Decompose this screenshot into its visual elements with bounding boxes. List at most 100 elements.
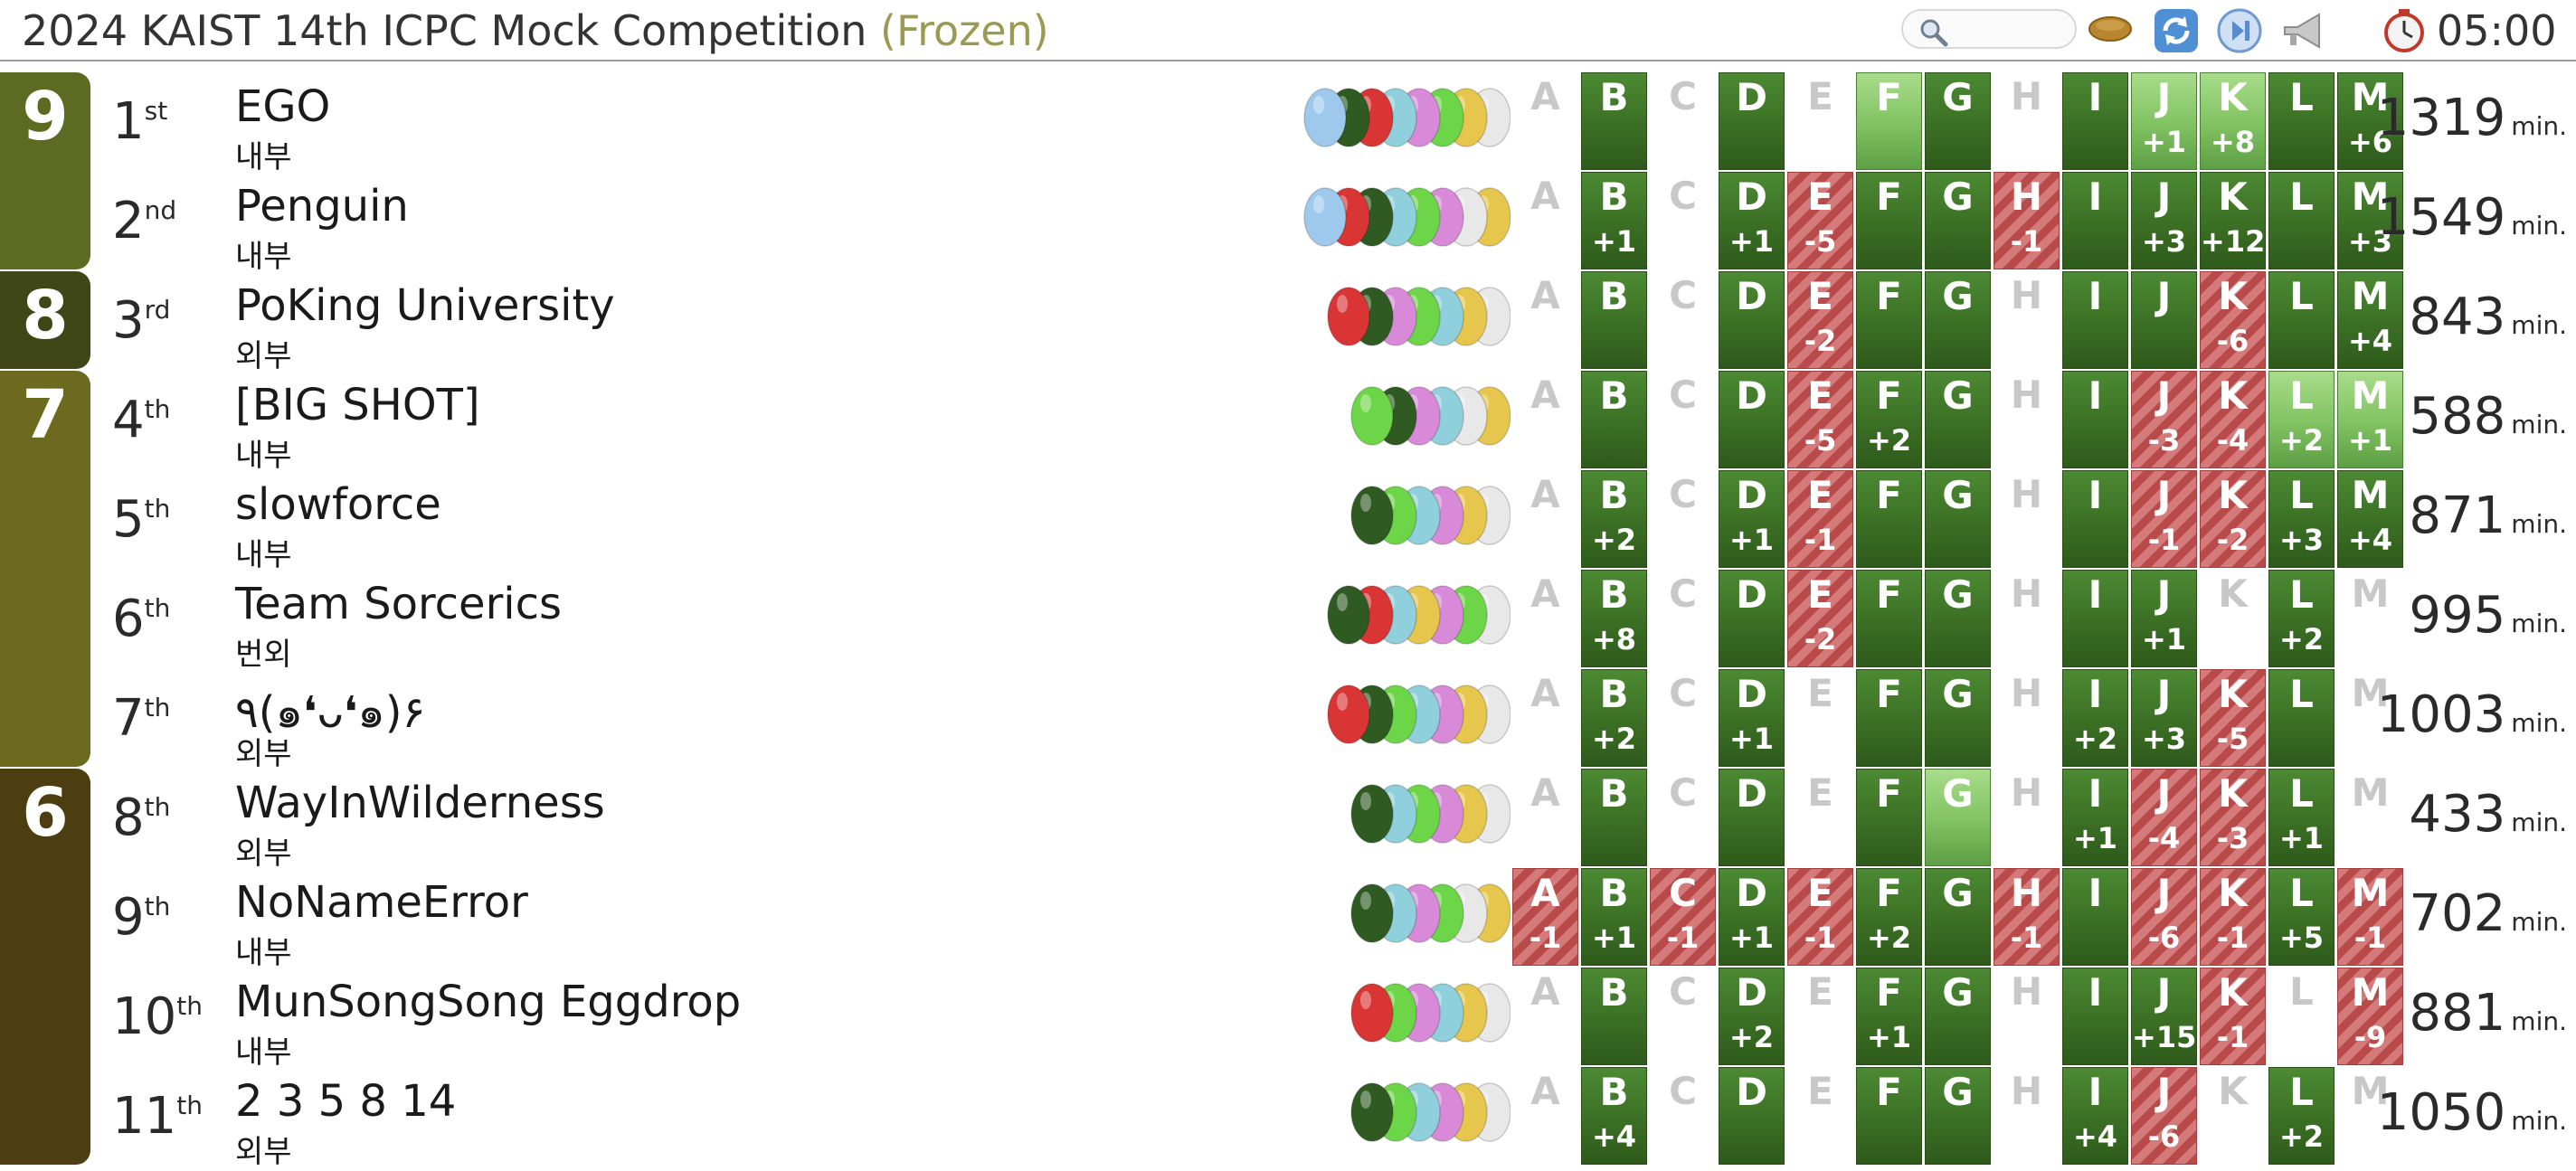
- problem-cell-e[interactable]: E: [1787, 968, 1853, 1065]
- problem-cell-e[interactable]: E -2: [1787, 271, 1853, 369]
- problem-cell-f[interactable]: F: [1856, 769, 1922, 866]
- problem-cell-l[interactable]: L +3: [2268, 470, 2334, 568]
- problem-cell-k[interactable]: K -6: [2200, 271, 2266, 369]
- problem-cell-k[interactable]: K +12: [2200, 172, 2266, 269]
- problem-cell-m[interactable]: M +1: [2337, 371, 2403, 468]
- problem-cell-e[interactable]: E -1: [1787, 868, 1853, 966]
- problem-cell-d[interactable]: D: [1719, 769, 1785, 866]
- problem-cell-l[interactable]: L +2: [2268, 570, 2334, 667]
- problem-cell-i[interactable]: I +4: [2062, 1067, 2128, 1165]
- problem-cell-j[interactable]: J -1: [2131, 470, 2197, 568]
- problem-cell-f[interactable]: F: [1856, 72, 1922, 170]
- team-row[interactable]: 9th NoNameError 내부 A -1 B +1 C -1 D +1 E -1 F +2 G H -1 I J…: [0, 868, 2576, 971]
- problem-cell-h[interactable]: H: [1994, 769, 2060, 866]
- problem-cell-i[interactable]: I: [2062, 172, 2128, 269]
- problem-cell-i[interactable]: I: [2062, 72, 2128, 170]
- problem-cell-d[interactable]: D: [1719, 271, 1785, 369]
- team-row[interactable]: 10th MunSongSong Eggdrop 내부 A B C D +2 E F +1 G H I J +…: [0, 968, 2576, 1071]
- problem-cell-c[interactable]: C: [1650, 172, 1716, 269]
- problem-cell-h[interactable]: H: [1994, 1067, 2060, 1165]
- team-row[interactable]: 5th slowforce 내부 A B +2 C D +1 E -1 F G H I J -1 K -2 L +3 M +…: [0, 470, 2576, 573]
- team-row[interactable]: 8th WayInWilderness 외부 A B C D E F G H I +1 J -4 K -3 L +1…: [0, 769, 2576, 872]
- problem-cell-m[interactable]: M +4: [2337, 271, 2403, 369]
- problem-cell-a[interactable]: A: [1512, 1067, 1578, 1165]
- problem-cell-i[interactable]: I: [2062, 570, 2128, 667]
- team-row[interactable]: 6th Team Sorcerics 번외 A B +8 C D E -2 F G H I J +1 K L +2 M…: [0, 570, 2576, 673]
- problem-cell-m[interactable]: M -9: [2337, 968, 2403, 1065]
- problem-cell-e[interactable]: E: [1787, 1067, 1853, 1165]
- problem-cell-b[interactable]: B: [1581, 72, 1647, 170]
- problem-cell-l[interactable]: L +5: [2268, 868, 2334, 966]
- team-row[interactable]: 11th 2 3 5 8 14 외부 A B +4 C D E F G H I +4 J -6 K L +2 M 105…: [0, 1067, 2576, 1170]
- problem-cell-b[interactable]: B +1: [1581, 172, 1647, 269]
- problem-cell-l[interactable]: L: [2268, 72, 2334, 170]
- problem-cell-j[interactable]: J -6: [2131, 868, 2197, 966]
- problem-cell-i[interactable]: I: [2062, 371, 2128, 468]
- problem-cell-f[interactable]: F: [1856, 271, 1922, 369]
- problem-cell-a[interactable]: A: [1512, 271, 1578, 369]
- problem-cell-k[interactable]: K: [2200, 1067, 2266, 1165]
- problem-cell-a[interactable]: A: [1512, 72, 1578, 170]
- problem-cell-h[interactable]: H: [1994, 470, 2060, 568]
- problem-cell-a[interactable]: A: [1512, 371, 1578, 468]
- problem-cell-f[interactable]: F +2: [1856, 868, 1922, 966]
- problem-cell-l[interactable]: L: [2268, 968, 2334, 1065]
- problem-cell-a[interactable]: A -1: [1512, 868, 1578, 966]
- problem-cell-d[interactable]: D: [1719, 72, 1785, 170]
- problem-cell-j[interactable]: J: [2131, 271, 2197, 369]
- problem-cell-l[interactable]: L +2: [2268, 1067, 2334, 1165]
- problem-cell-i[interactable]: I: [2062, 271, 2128, 369]
- problem-cell-h[interactable]: H: [1994, 72, 2060, 170]
- problem-cell-h[interactable]: H: [1994, 271, 2060, 369]
- problem-cell-f[interactable]: F: [1856, 570, 1922, 667]
- problem-cell-h[interactable]: H: [1994, 968, 2060, 1065]
- problem-cell-j[interactable]: J +15: [2131, 968, 2197, 1065]
- problem-cell-b[interactable]: B +1: [1581, 868, 1647, 966]
- problem-cell-j[interactable]: J -6: [2131, 1067, 2197, 1165]
- problem-cell-g[interactable]: G: [1925, 769, 1991, 866]
- problem-cell-f[interactable]: F +2: [1856, 371, 1922, 468]
- problem-cell-e[interactable]: E -1: [1787, 470, 1853, 568]
- problem-cell-b[interactable]: B +2: [1581, 470, 1647, 568]
- problem-cell-k[interactable]: K -5: [2200, 669, 2266, 767]
- problem-cell-m[interactable]: M +4: [2337, 470, 2403, 568]
- problem-cell-m[interactable]: M -1: [2337, 868, 2403, 966]
- problem-cell-c[interactable]: C: [1650, 271, 1716, 369]
- problem-cell-d[interactable]: D: [1719, 570, 1785, 667]
- problem-cell-c[interactable]: C: [1650, 72, 1716, 170]
- problem-cell-h[interactable]: H -1: [1994, 172, 2060, 269]
- problem-cell-g[interactable]: G: [1925, 1067, 1991, 1165]
- refresh-icon[interactable]: [2153, 7, 2200, 58]
- problem-cell-g[interactable]: G: [1925, 868, 1991, 966]
- problem-cell-d[interactable]: D: [1719, 371, 1785, 468]
- problem-cell-c[interactable]: C: [1650, 570, 1716, 667]
- problem-cell-e[interactable]: E -2: [1787, 570, 1853, 667]
- problem-cell-l[interactable]: L: [2268, 271, 2334, 369]
- problem-cell-a[interactable]: A: [1512, 968, 1578, 1065]
- problem-cell-g[interactable]: G: [1925, 371, 1991, 468]
- problem-cell-k[interactable]: K -1: [2200, 868, 2266, 966]
- team-row[interactable]: 7th ٩(๑❛ᴗ❛๑)۶ 외부 A B +2 C D +1 E F G H I +2 J +3 K -5 L M 100…: [0, 669, 2576, 772]
- problem-cell-b[interactable]: B: [1581, 968, 1647, 1065]
- problem-cell-g[interactable]: G: [1925, 72, 1991, 170]
- problem-cell-i[interactable]: I: [2062, 868, 2128, 966]
- problem-cell-b[interactable]: B +2: [1581, 669, 1647, 767]
- problem-cell-k[interactable]: K -2: [2200, 470, 2266, 568]
- team-row[interactable]: 3rd PoKing University 외부 A B C D E -2 F G H I J K -6 L M +…: [0, 271, 2576, 374]
- football-icon[interactable]: [2088, 13, 2133, 49]
- problem-cell-e[interactable]: E: [1787, 72, 1853, 170]
- problem-cell-g[interactable]: G: [1925, 172, 1991, 269]
- problem-cell-k[interactable]: K +8: [2200, 72, 2266, 170]
- problem-cell-j[interactable]: J +1: [2131, 570, 2197, 667]
- search-input[interactable]: [1901, 9, 2077, 49]
- problem-cell-d[interactable]: D +1: [1719, 172, 1785, 269]
- problem-cell-d[interactable]: D: [1719, 1067, 1785, 1165]
- problem-cell-m[interactable]: M: [2337, 769, 2403, 866]
- problem-cell-f[interactable]: F +1: [1856, 968, 1922, 1065]
- problem-cell-i[interactable]: I: [2062, 968, 2128, 1065]
- skip-icon[interactable]: [2216, 7, 2263, 58]
- problem-cell-j[interactable]: J +3: [2131, 172, 2197, 269]
- problem-cell-k[interactable]: K: [2200, 570, 2266, 667]
- problem-cell-a[interactable]: A: [1512, 669, 1578, 767]
- problem-cell-f[interactable]: F: [1856, 470, 1922, 568]
